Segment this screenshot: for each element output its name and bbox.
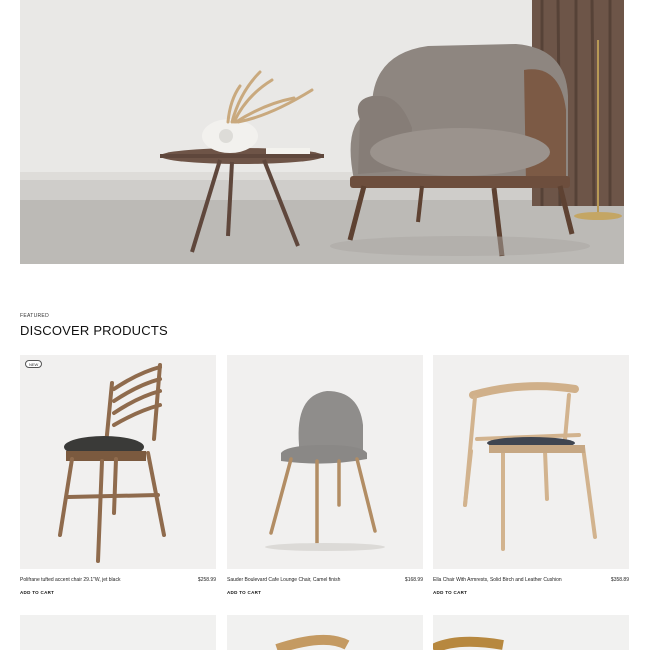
section-eyebrow: FEATURED (20, 313, 49, 319)
product-price: $168.99 (404, 577, 423, 583)
product-image[interactable] (227, 615, 423, 650)
add-to-cart-button[interactable]: ADD TO CART (433, 590, 467, 595)
section-title: DISCOVER PRODUCTS (20, 323, 168, 338)
product-image[interactable] (227, 355, 423, 569)
product-image[interactable] (20, 615, 216, 650)
product-image[interactable] (433, 615, 629, 650)
new-badge: NEW (25, 360, 43, 368)
product-price: $358.89 (610, 577, 629, 583)
add-to-cart-button[interactable]: ADD TO CART (227, 590, 261, 595)
hero-banner-image (20, 0, 624, 264)
product-name[interactable]: Sauder Boulevard Cafe Lounge Chair, Came… (227, 577, 387, 583)
product-price: $258.99 (197, 577, 216, 583)
add-to-cart-button[interactable]: ADD TO CART (20, 590, 54, 595)
product-name[interactable]: Ella Chair With Armrests, Solid Birch an… (433, 577, 593, 583)
product-image[interactable]: NEW (20, 355, 216, 569)
product-image[interactable] (433, 355, 629, 569)
product-name[interactable]: Polifrane tufted accent chair 29.1"W, je… (20, 577, 180, 583)
